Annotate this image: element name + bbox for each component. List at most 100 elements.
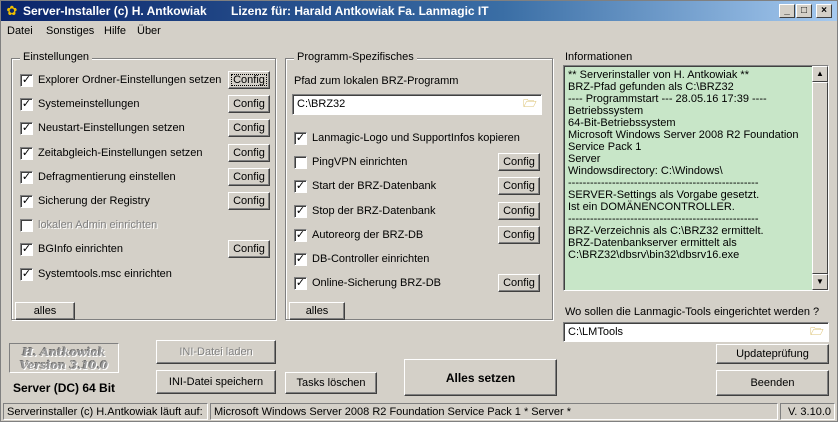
scroll-down-icon[interactable]: ▼ bbox=[812, 274, 828, 290]
config-button-autoreorg-der-brz-db[interactable]: Config bbox=[498, 226, 540, 244]
brz-path-label: Pfad zum lokalen BRZ-Programm bbox=[294, 75, 459, 87]
settings-label: Neustart-Einstellungen setzen bbox=[38, 122, 185, 134]
settings-checkbox-lokalen-admin-einrichten bbox=[20, 219, 33, 232]
info-lines: ** Serverinstaller von H. Antkowiak ** BR… bbox=[568, 69, 812, 261]
logo: H. Antkowiak Version 3.10.0 bbox=[9, 343, 119, 373]
scroll-up-icon[interactable]: ▲ bbox=[812, 66, 828, 82]
info-title: Informationen bbox=[565, 51, 633, 63]
info-log[interactable]: ** Serverinstaller von H. Antkowiak ** BR… bbox=[563, 65, 829, 291]
program-all-button[interactable]: alles bbox=[289, 302, 345, 320]
update-check-button[interactable]: Updateprüfung bbox=[716, 344, 829, 364]
brz-folder-icon[interactable]: 🗁 bbox=[522, 97, 538, 111]
program-group-title: Programm-Spezifisches bbox=[294, 51, 417, 63]
config-button-zeitabgleich-einstellungen-setzen[interactable]: Config bbox=[228, 144, 270, 162]
program-checkbox-online-sicherung-brz-db[interactable]: ✓ bbox=[294, 277, 307, 290]
program-group: Programm-Spezifisches Pfad zum lokalen B… bbox=[285, 51, 553, 320]
settings-checkbox-defragmentierung-einstellen[interactable]: ✓ bbox=[20, 171, 33, 184]
tasks-delete-button[interactable]: Tasks löschen bbox=[285, 372, 377, 394]
settings-label: Sicherung der Registry bbox=[38, 195, 150, 207]
status-middle: Microsoft Windows Server 2008 R2 Foundat… bbox=[210, 403, 778, 420]
settings-checkbox-explorer-ordner-einstellungen-setzen[interactable]: ✓ bbox=[20, 74, 33, 87]
exit-button[interactable]: Beenden bbox=[716, 370, 829, 396]
settings-label: Explorer Ordner-Einstellungen setzen bbox=[38, 74, 222, 86]
server-label: Server (DC) 64 Bit bbox=[13, 381, 116, 395]
program-row-lanmagic-logo-und-supportinfos-kopieren[interactable]: ✓ Lanmagic-Logo und SupportInfos kopieren bbox=[294, 131, 544, 147]
config-button-bginfo-einrichten[interactable]: Config bbox=[228, 240, 270, 258]
info-line: BRZ-Datenbankserver ermittelt als bbox=[568, 237, 737, 249]
settings-label: Defragmentierung einstellen bbox=[38, 171, 176, 183]
program-label: Start der BRZ-Datenbank bbox=[312, 180, 437, 192]
info-line: Ist ein DOMÄNENCONTROLLER. bbox=[568, 201, 735, 213]
config-button-neustart-einstellungen-setzen[interactable]: Config bbox=[228, 119, 270, 137]
ini-save-button[interactable]: INI-Datei speichern bbox=[156, 370, 276, 394]
config-button-start-der-brz-datenbank[interactable]: Config bbox=[498, 177, 540, 195]
tools-path-input[interactable]: C:\LMTools bbox=[563, 322, 829, 342]
settings-label: BGInfo einrichten bbox=[38, 243, 123, 255]
info-line: BRZ-Verzeichnis als C:\BRZ32 ermittelt. bbox=[568, 225, 764, 237]
info-line: BRZ-Pfad gefunden als C:\BRZ32 bbox=[568, 81, 734, 93]
info-line: C:\BRZ32\dbsrv\bin32\dbsrv16.exe bbox=[568, 249, 740, 261]
menu-bar: Datei Sonstiges Hilfe Über bbox=[1, 23, 837, 41]
close-button[interactable]: × bbox=[816, 4, 832, 18]
title-bar[interactable]: ✿ Server-Installer (c) H. Antkowiak Lize… bbox=[1, 1, 837, 21]
menu-hilfe[interactable]: Hilfe bbox=[104, 25, 126, 37]
config-button-pingvpn-einrichten[interactable]: Config bbox=[498, 153, 540, 171]
tools-path-value: C:\LMTools bbox=[568, 326, 624, 338]
program-label: PingVPN einrichten bbox=[312, 156, 408, 168]
config-button-explorer-ordner-einstellungen-setzen[interactable]: Config bbox=[228, 71, 270, 89]
program-label: Autoreorg der BRZ-DB bbox=[312, 229, 424, 241]
program-row-db-controller-einrichten[interactable]: ✓ DB-Controller einrichten bbox=[294, 252, 544, 268]
minimize-button[interactable]: _ bbox=[779, 4, 795, 18]
menu-datei[interactable]: Datei bbox=[7, 25, 33, 37]
config-button-systemeinstellungen[interactable]: Config bbox=[228, 95, 270, 113]
program-label: DB-Controller einrichten bbox=[312, 253, 430, 265]
settings-group: Einstellungen ✓ Explorer Ordner-Einstellu… bbox=[11, 51, 276, 320]
info-line: 64-Bit-Betriebssystem bbox=[568, 117, 676, 129]
settings-label: Zeitabgleich-Einstellungen setzen bbox=[38, 147, 203, 159]
settings-checkbox-systemtools-msc-einrichten[interactable]: ✓ bbox=[20, 268, 33, 281]
info-line: ---- Programmstart --- 28.05.16 17:39 --… bbox=[568, 93, 767, 105]
status-version: V. 3.10.0 bbox=[780, 403, 835, 420]
tools-question: Wo sollen die Lanmagic-Tools eingerichte… bbox=[565, 306, 820, 318]
program-checkbox-autoreorg-der-brz-db[interactable]: ✓ bbox=[294, 229, 307, 242]
maximize-button[interactable]: □ bbox=[796, 4, 812, 18]
settings-all-button[interactable]: alles bbox=[15, 302, 75, 320]
settings-checkbox-systemeinstellungen[interactable]: ✓ bbox=[20, 98, 33, 111]
gear-icon[interactable]: ✿ bbox=[5, 4, 19, 18]
program-checkbox-lanmagic-logo-und-supportinfos-kopieren[interactable]: ✓ bbox=[294, 132, 307, 145]
config-button-defragmentierung-einstellen[interactable]: Config bbox=[228, 168, 270, 186]
scroll-thumb[interactable] bbox=[812, 82, 828, 274]
info-line: Windowsdirectory: C:\Windows\ bbox=[568, 165, 723, 177]
program-checkbox-db-controller-einrichten[interactable]: ✓ bbox=[294, 253, 307, 266]
ini-load-button[interactable]: INI-Datei laden bbox=[156, 340, 276, 364]
config-button-sicherung-der-registry[interactable]: Config bbox=[228, 192, 270, 210]
set-all-button[interactable]: Alles setzen bbox=[404, 359, 557, 396]
license-text: Lizenz für: Harald Antkowiak Fa. Lanmagi… bbox=[231, 4, 489, 18]
config-button-stop-der-brz-datenbank[interactable]: Config bbox=[498, 202, 540, 220]
info-scrollbar[interactable]: ▲ ▼ bbox=[812, 66, 828, 290]
settings-checkbox-zeitabgleich-einstellungen-setzen[interactable]: ✓ bbox=[20, 147, 33, 160]
program-checkbox-pingvpn-einrichten[interactable] bbox=[294, 156, 307, 169]
settings-row-systemtools-msc-einrichten[interactable]: ✓ Systemtools.msc einrichten bbox=[20, 267, 270, 283]
info-line: Server bbox=[568, 153, 601, 165]
settings-checkbox-sicherung-der-registry[interactable]: ✓ bbox=[20, 195, 33, 208]
main-window: ✿ Server-Installer (c) H. Antkowiak Lize… bbox=[0, 0, 838, 422]
tools-folder-icon[interactable]: 🗁 bbox=[809, 325, 825, 339]
info-line: ----------------------------------------… bbox=[568, 177, 759, 189]
program-label: Online-Sicherung BRZ-DB bbox=[312, 277, 441, 289]
info-line: Microsoft Windows Server 2008 R2 Foundat… bbox=[568, 129, 799, 141]
window-title: Server-Installer (c) H. Antkowiak bbox=[23, 4, 207, 18]
settings-row-lokalen-admin-einrichten: lokalen Admin einrichten bbox=[20, 218, 270, 234]
info-line: Service Pack 1 bbox=[568, 141, 642, 153]
program-label: Stop der BRZ-Datenbank bbox=[312, 205, 436, 217]
menu-sonstiges[interactable]: Sonstiges bbox=[46, 25, 94, 37]
menu-ueber[interactable]: Über bbox=[137, 25, 161, 37]
settings-label: Systemeinstellungen bbox=[38, 98, 140, 110]
settings-checkbox-neustart-einstellungen-setzen[interactable]: ✓ bbox=[20, 122, 33, 135]
logo-line1: H. Antkowiak bbox=[22, 346, 106, 359]
program-checkbox-start-der-brz-datenbank[interactable]: ✓ bbox=[294, 180, 307, 193]
settings-checkbox-bginfo-einrichten[interactable]: ✓ bbox=[20, 243, 33, 256]
program-checkbox-stop-der-brz-datenbank[interactable]: ✓ bbox=[294, 205, 307, 218]
brz-path-input[interactable]: C:\BRZ32 bbox=[292, 94, 542, 115]
config-button-online-sicherung-brz-db[interactable]: Config bbox=[498, 274, 540, 292]
